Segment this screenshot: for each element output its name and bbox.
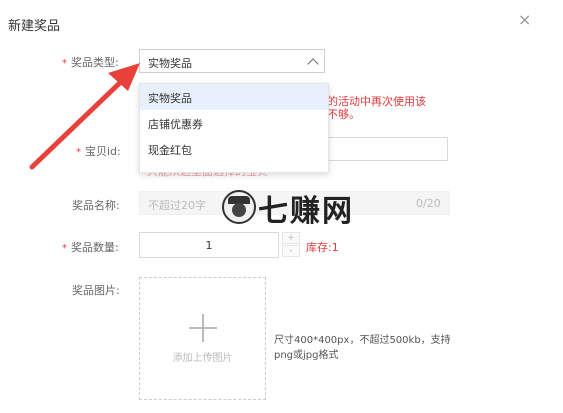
size-note: 尺寸400*400px，不超过500kb，支持png或jpg格式 xyxy=(274,335,451,361)
upload-label: 添加上传图片 xyxy=(172,353,233,364)
dialog-title: 新建奖品 xyxy=(8,19,61,34)
item-id-input[interactable] xyxy=(315,137,448,161)
decrement-button[interactable]: - xyxy=(282,245,300,257)
watermark-text: 七赚网 xyxy=(258,194,354,229)
prize-qty-label: * 奖品数量: xyxy=(62,241,119,254)
qty-stepper[interactable]: + - xyxy=(282,232,300,258)
annotation-arrow-icon xyxy=(29,63,140,170)
close-icon[interactable]: × xyxy=(518,12,531,28)
watermark-logo-icon xyxy=(222,190,256,224)
prize-qty-value: 1 xyxy=(205,239,213,252)
prize-qty-input[interactable]: 1 xyxy=(139,232,279,258)
option-cash-redpacket[interactable]: 现金红包 xyxy=(140,136,328,162)
prize-type-select[interactable]: 实物奖品 xyxy=(139,49,325,73)
prize-image-label: 奖品图片: xyxy=(72,284,120,297)
option-shop-coupon[interactable]: 店铺优惠券 xyxy=(140,110,328,136)
prize-type-value: 实物奖品 xyxy=(148,57,192,70)
option-physical-prize[interactable]: 实物奖品 xyxy=(140,84,328,110)
image-upload-box[interactable]: 添加上传图片 xyxy=(139,277,266,400)
stock-text: 库存:1 xyxy=(306,241,339,254)
prize-name-counter: 0/20 xyxy=(416,197,441,210)
prize-type-dropdown: 实物奖品 店铺优惠券 现金红包 xyxy=(139,83,329,173)
prize-name-label: 奖品名称: xyxy=(72,199,120,212)
increment-button[interactable]: + xyxy=(282,232,300,244)
new-prize-dialog: 新建奖品 × * 奖品类型: 实物奖品 他的活动中再次使用该 够不够。 * 宝贝id… xyxy=(0,0,563,413)
chevron-up-icon xyxy=(307,58,319,70)
prize-name-placeholder: 不超过20字 xyxy=(148,199,206,212)
